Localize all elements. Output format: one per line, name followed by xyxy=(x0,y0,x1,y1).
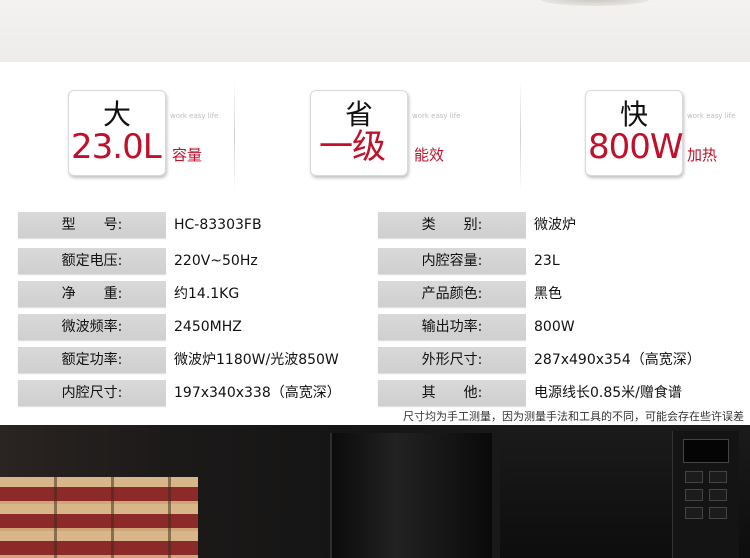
feature-label: 能效 xyxy=(414,146,445,164)
feature-value: 一级 xyxy=(319,127,386,167)
spec-value: 800W xyxy=(526,314,575,340)
spec-label: 微波频率: xyxy=(18,314,166,340)
spec-label: 产品颜色: xyxy=(378,281,526,307)
panel-button xyxy=(709,489,727,501)
spec-value: 2450MHZ xyxy=(166,314,242,340)
spec-label: 净 重: xyxy=(18,281,166,307)
feature-badge: 快 800W xyxy=(585,90,684,176)
spec-value: 287x490x354（高宽深） xyxy=(526,347,701,373)
spec-label: 外形尺寸: xyxy=(378,347,526,373)
spec-row: 微波频率: 2450MHZ 输出功率: 800W xyxy=(18,314,750,346)
oven-door-image xyxy=(330,433,492,558)
panel-display xyxy=(683,439,729,463)
product-photo xyxy=(0,425,750,558)
spec-label: 额定电压: xyxy=(18,248,166,274)
feature-label: 容量 xyxy=(172,146,203,164)
spec-value: 黑色 xyxy=(526,281,562,307)
measurement-footnote: 尺寸均为手工测量，因为测量手法和工具的不同，可能会存在些许误差 xyxy=(403,410,744,423)
spec-label: 输出功率: xyxy=(378,314,526,340)
spec-value: 微波炉 xyxy=(526,212,576,238)
spec-value: 微波炉1180W/光波850W xyxy=(166,347,339,373)
panel-button xyxy=(709,471,727,483)
panel-button xyxy=(709,507,727,519)
feature-badge: 省 一级 xyxy=(310,90,408,176)
feature-divider xyxy=(234,80,235,192)
control-panel-image xyxy=(672,431,739,558)
feature-label: 加热 xyxy=(687,146,718,164)
panel-button xyxy=(685,471,703,483)
feature-divider xyxy=(520,80,521,192)
panel-button xyxy=(685,507,703,519)
spec-label: 其 他: xyxy=(378,380,526,406)
spec-value: HC-83303FB xyxy=(166,212,262,238)
feature-value: 800W xyxy=(588,127,684,167)
spec-label: 内腔尺寸: xyxy=(18,380,166,406)
spec-row: 型 号: HC-83303FB 类 别: 微波炉 xyxy=(18,212,750,244)
watermark-text: work easy life xyxy=(170,112,219,120)
spec-row: 额定功率: 微波炉1180W/光波850W 外形尺寸: 287x490x354（… xyxy=(18,347,750,379)
spec-label: 类 别: xyxy=(378,212,526,238)
spec-value: 197x340x338（高宽深） xyxy=(166,380,341,406)
spec-label: 型 号: xyxy=(18,212,166,238)
feature-badge: 大 23.0L xyxy=(68,90,166,176)
tomato-crates-image xyxy=(0,477,198,558)
top-banner-band xyxy=(0,0,750,62)
spec-value: 220V~50Hz xyxy=(166,248,258,274)
spec-value: 电源线长0.85米/赠食谱 xyxy=(526,380,682,406)
spec-label: 内腔容量: xyxy=(378,248,526,274)
watermark-text: work easy life xyxy=(412,112,461,120)
spec-value: 约14.1KG xyxy=(166,281,240,307)
spec-label: 额定功率: xyxy=(18,347,166,373)
feature-value: 23.0L xyxy=(71,127,162,167)
spec-row: 净 重: 约14.1KG 产品颜色: 黑色 xyxy=(18,281,750,313)
spec-row: 额定电压: 220V~50Hz 内腔容量: 23L xyxy=(18,248,750,280)
panel-button xyxy=(685,489,703,501)
watermark-text: work easy life xyxy=(687,112,736,120)
spec-value: 23L xyxy=(526,248,560,274)
